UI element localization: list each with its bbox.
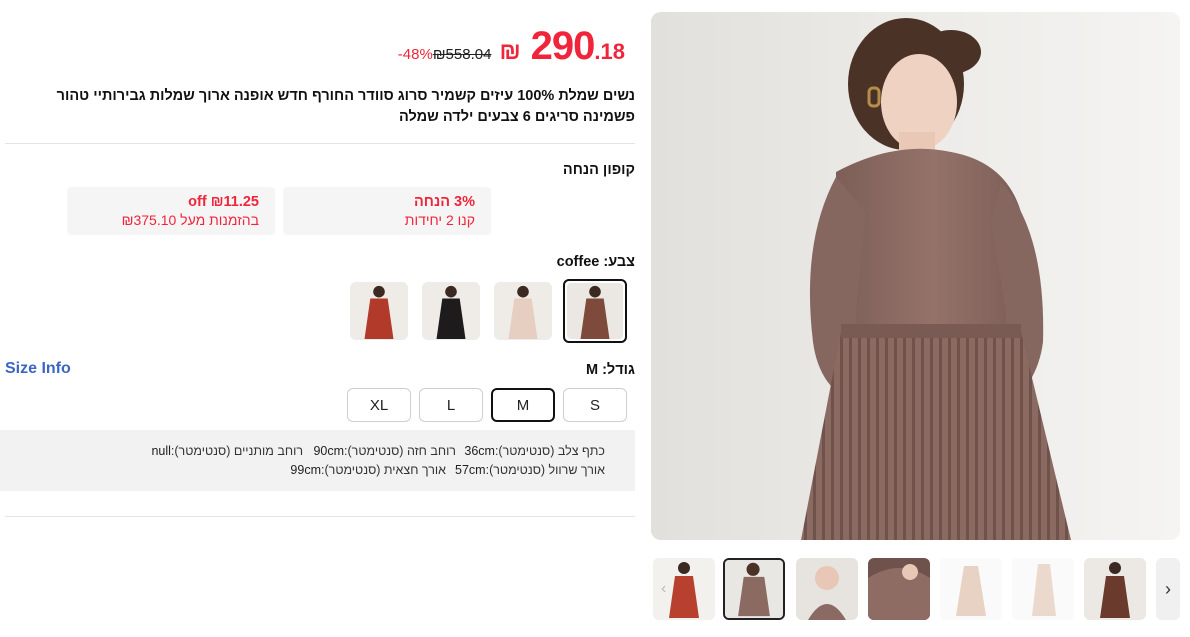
divider [5,516,635,517]
price-row: 290.18 ₪ -48% ₪558.04 [398,24,625,69]
size-option-l[interactable]: L [419,388,483,422]
color-label: צבע: coffee [556,254,635,270]
measurement-item: רוחב חזה (סנטימטר):90cm [313,444,456,458]
swatch-apricot[interactable] [494,282,552,340]
main-product-image[interactable] [651,12,1180,540]
swatch-black[interactable] [422,282,480,340]
size-option-s[interactable]: S [563,388,627,422]
thumbnail-next-icon[interactable]: › [1156,558,1180,620]
price-integer: 290 [530,24,596,68]
discount-percent: -48% [397,46,433,63]
divider [5,143,635,144]
thumbnail-strip: ‹ › [651,556,1181,622]
coupon-sub-text: בהזמנות מעל ₪375.10 [121,212,259,228]
swatch-red[interactable] [350,282,408,340]
coupon-label: קופון הנחה [562,162,635,178]
thumbnail-coffee-detail[interactable] [868,558,930,620]
product-title: נשים שמלת 100% עיזים קשמיר סרוג סוודר הח… [56,88,635,125]
price-currency: ₪ [499,38,521,65]
thumbnail-coffee-dress[interactable] [723,558,785,620]
coupon-main-text: ₪11.25 off [188,194,259,210]
measurement-item: כתף צלב (סנטימטר):36cm [464,444,605,458]
size-option-m[interactable]: M [491,388,555,422]
size-option-xl[interactable]: XL [347,388,411,422]
thumbnail-brown-dress[interactable] [1084,558,1146,620]
price-decimal: .18 [594,39,625,64]
coupon-amount-off[interactable]: ₪11.25 off בהזמנות מעל ₪375.10 [67,187,275,235]
original-price: ₪558.04 [432,46,492,63]
swatch-coffee[interactable] [563,279,627,343]
coupon-quantity-discount[interactable]: 3% הנחה קנו 2 יחידות [283,187,491,235]
thumbnail-apricot-side[interactable] [1012,558,1074,620]
thumbnail-prev-icon[interactable]: ‹ [661,580,666,598]
coupon-sub-text: קנו 2 יחידות [404,212,475,228]
size-label: גודל: M [585,362,635,378]
thumbnail-apricot-flat[interactable] [940,558,1002,620]
coupon-main-text: 3% הנחה [414,194,475,210]
original-price-group: -48% ₪558.04 [398,46,492,63]
measurement-item: אורך חצאית (סנטימטר):99cm [290,463,446,477]
size-measurements: כתף צלב (סנטימטר):36cm רוחב חזה (סנטימטר… [0,430,635,491]
measurement-item: אורך שרוול (סנטימטר):57cm [455,463,605,477]
thumbnail-coffee-portrait[interactable] [796,558,858,620]
size-info-link[interactable]: Size Info [5,360,71,378]
current-price: 290.18 [531,24,625,69]
measurement-item: רוחב מותניים (סנטימטר):null [151,444,303,458]
